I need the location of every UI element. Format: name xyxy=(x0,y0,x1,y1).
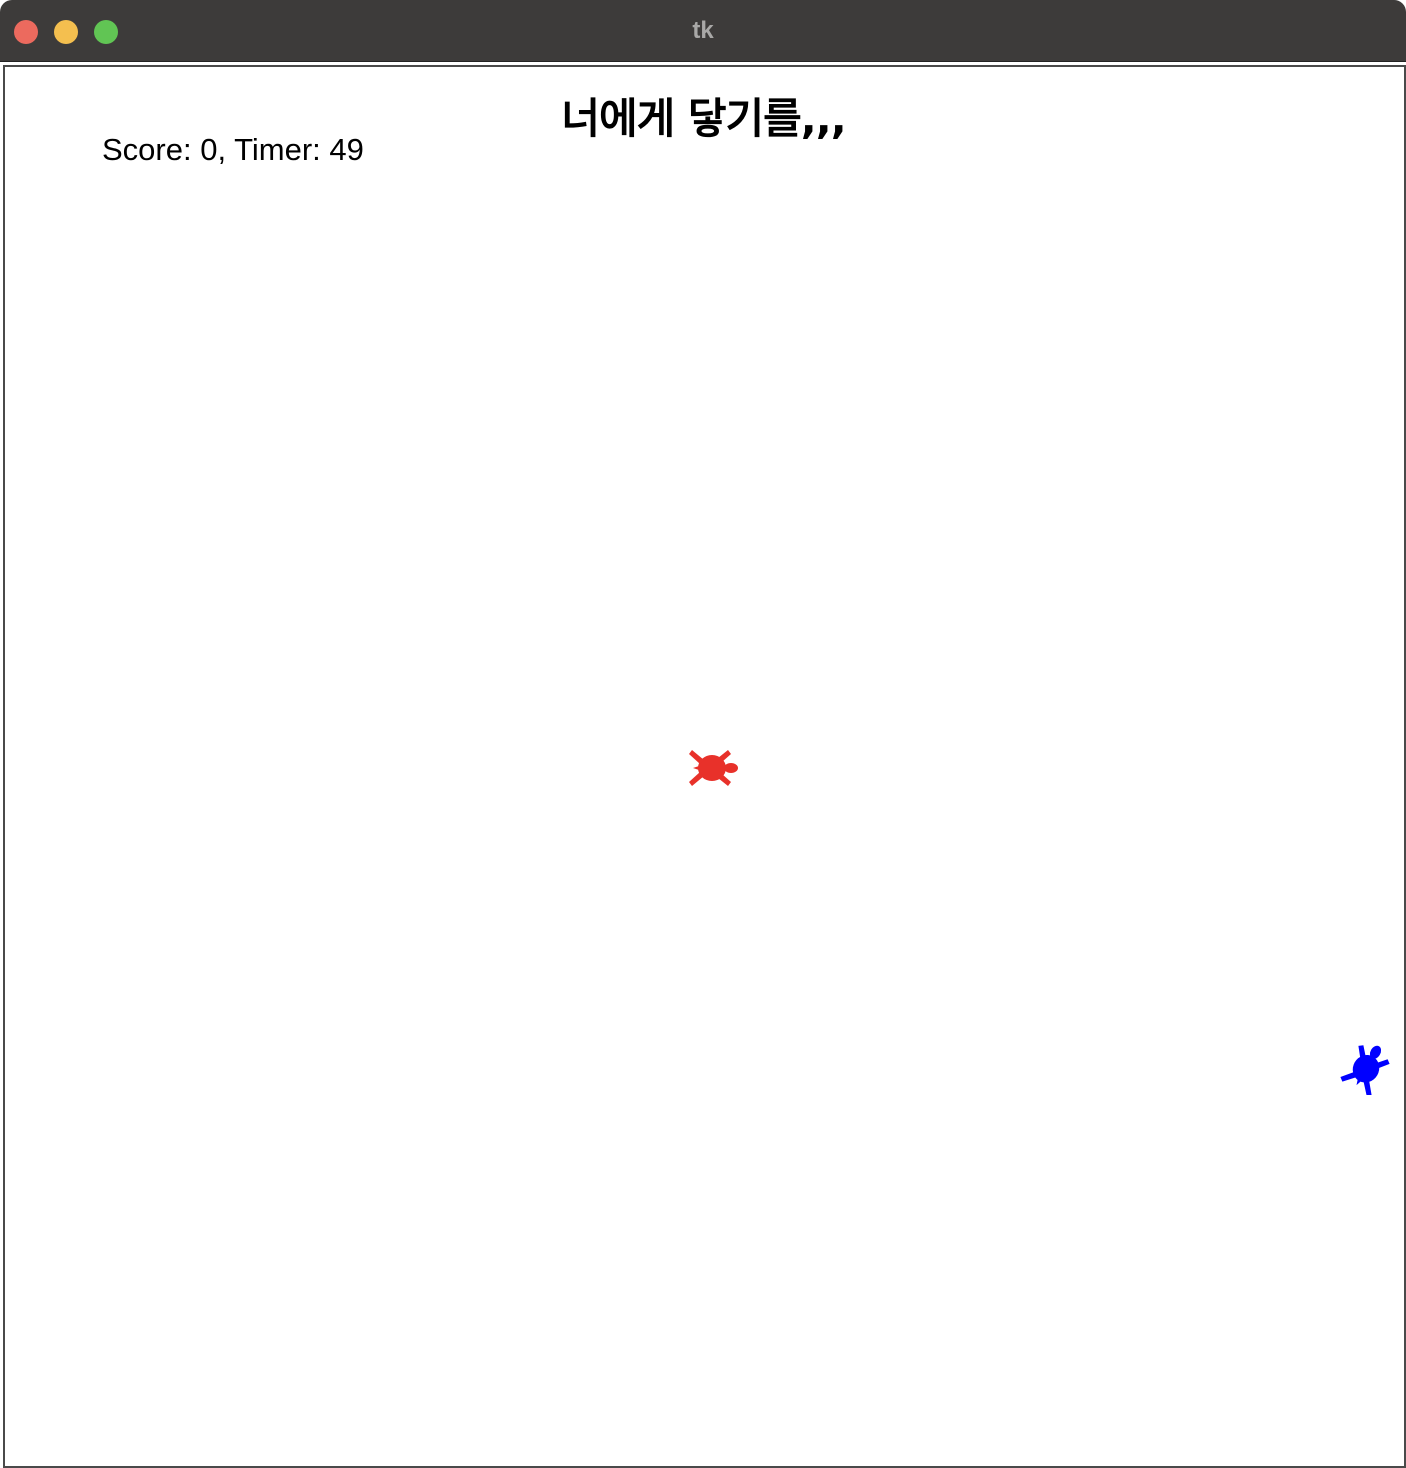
window-title: tk xyxy=(692,17,714,44)
score-timer-label: Score: 0, Timer: 49 xyxy=(102,132,364,167)
target-turtle-icon xyxy=(1339,1039,1395,1095)
player-turtle-icon xyxy=(686,740,742,796)
title-bar: tk xyxy=(0,0,1406,62)
game-canvas[interactable]: 너에게 닿기를,,, Score: 0, Timer: 49 xyxy=(3,65,1406,1468)
app-window: tk 너에게 닿기를,,, Score: 0, Timer: 49 xyxy=(0,0,1406,1468)
